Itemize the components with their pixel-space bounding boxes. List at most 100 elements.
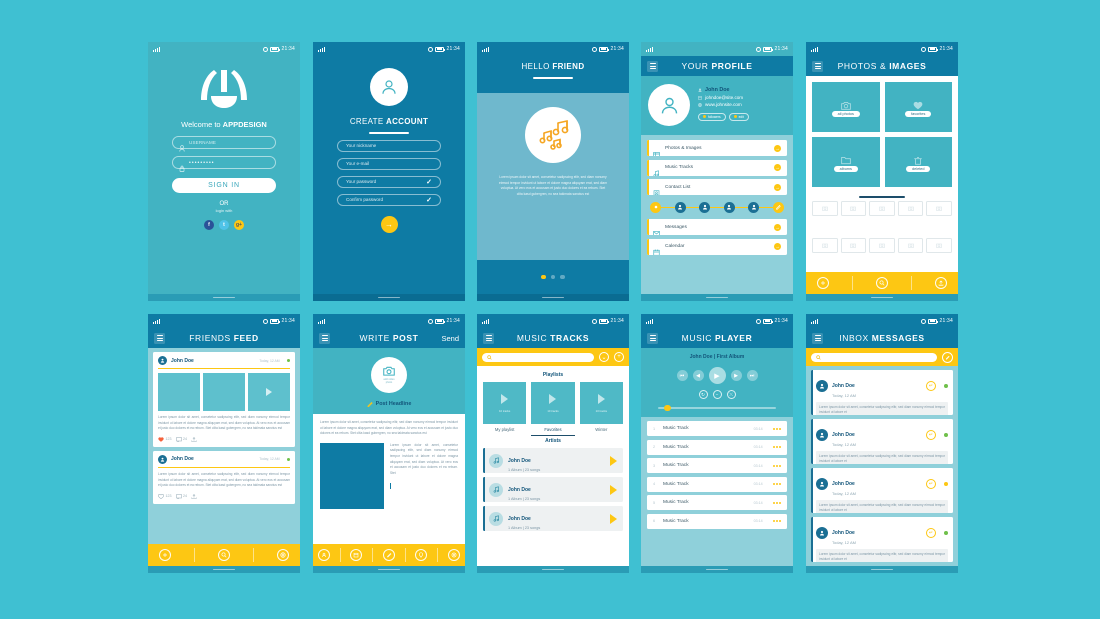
reply-icon[interactable]: ↵ — [926, 479, 936, 489]
message-item[interactable]: John Doe Today, 12 AM ↵ Lorem ipsum dolor… — [811, 468, 953, 513]
more-icon[interactable] — [772, 427, 781, 430]
profile-website[interactable]: www.johnsite.com — [705, 102, 742, 107]
email-input[interactable]: Your e-mail — [337, 157, 441, 170]
search-icon[interactable] — [217, 549, 230, 561]
person-icon[interactable] — [317, 549, 330, 561]
contact-avatar[interactable] — [723, 201, 735, 213]
playlist-card[interactable]: 10 tracks — [579, 382, 623, 424]
page-dot-2[interactable] — [550, 274, 556, 280]
post-video[interactable] — [248, 373, 290, 412]
share-icon[interactable] — [934, 277, 947, 289]
username-input[interactable]: USERNAME — [172, 136, 276, 152]
add-media-button[interactable]: add video photo — [371, 357, 407, 393]
playlist-card[interactable]: 10 tracks — [483, 382, 527, 424]
password-input[interactable]: ••••••••• — [172, 156, 276, 172]
share-action[interactable] — [191, 494, 197, 499]
like-action[interactable]: 123 — [158, 493, 172, 499]
like-action[interactable]: 123 — [158, 437, 172, 442]
edit-tag[interactable]: edit — [728, 112, 749, 121]
avatar[interactable] — [648, 84, 690, 126]
more-icon[interactable] — [772, 483, 781, 485]
add-icon[interactable] — [817, 277, 830, 289]
followers-tag[interactable]: followers — [698, 112, 726, 121]
post-headline[interactable]: Post Headline — [367, 401, 411, 407]
add-icon[interactable] — [159, 549, 172, 561]
thumbnail[interactable] — [869, 200, 895, 216]
location-icon[interactable] — [415, 549, 428, 561]
sign-in-button[interactable]: SIGN IN — [172, 178, 276, 193]
search-icon[interactable] — [875, 277, 888, 289]
contact-avatar[interactable] — [748, 201, 760, 213]
menu-icon[interactable] — [483, 332, 494, 344]
category-albums[interactable]: albums — [812, 137, 880, 187]
menu-item-messages[interactable]: Messages → — [647, 219, 787, 235]
minus-icon[interactable]: − — [712, 390, 722, 399]
playlist-name[interactable]: My playlist — [483, 427, 526, 436]
sort-icon[interactable]: ⌄ — [599, 352, 609, 362]
track-row[interactable]: 6 Music Track 03:14 — [647, 513, 787, 529]
profile-email[interactable]: johndoe@site.com — [705, 95, 743, 100]
thumbnail[interactable] — [926, 237, 952, 253]
artist-row[interactable]: John Doe 1 Album | 23 songs — [483, 448, 623, 473]
add-icon[interactable]: + — [614, 352, 624, 362]
twitter-icon[interactable]: t — [219, 220, 229, 230]
rewind-icon[interactable]: ◀ — [692, 370, 704, 381]
forward-icon[interactable]: ▶ — [730, 370, 742, 381]
skip-end-icon[interactable]: ⏭ — [746, 370, 758, 381]
message-item[interactable]: John Doe Today, 12 AM ↵ Lorem ipsum dolor… — [811, 419, 953, 464]
more-icon[interactable] — [772, 520, 781, 522]
track-row[interactable]: 5 Music Track 03:14 — [647, 495, 787, 510]
progress-slider[interactable] — [658, 404, 776, 412]
reply-icon[interactable]: ↵ — [926, 381, 936, 391]
contact-avatar[interactable] — [674, 201, 686, 213]
more-icon[interactable] — [772, 464, 781, 467]
message-item[interactable]: John Doe Today, 12 AM ↵ Lorem ipsum dolor… — [811, 517, 953, 562]
play-icon[interactable]: ▶ — [708, 367, 726, 384]
password-input[interactable]: Your password ✓ — [337, 175, 441, 188]
artist-row[interactable]: John Doe 1 Album | 23 songs — [483, 477, 623, 502]
more-icon[interactable] — [772, 501, 781, 504]
more-icon[interactable] — [772, 446, 781, 448]
compose-icon[interactable] — [942, 351, 953, 363]
inline-image[interactable] — [320, 442, 384, 509]
playlist-name-active[interactable]: Favorites — [531, 427, 575, 436]
play-icon[interactable] — [610, 513, 617, 524]
menu-icon[interactable] — [812, 60, 823, 72]
share-action[interactable] — [191, 437, 197, 442]
menu-icon[interactable] — [154, 332, 165, 344]
comment-action[interactable]: 24 — [175, 494, 187, 499]
search-input[interactable] — [482, 352, 594, 362]
category-all-photos[interactable]: all photos — [812, 82, 880, 132]
thumbnail[interactable] — [897, 237, 924, 253]
menu-icon[interactable] — [647, 60, 658, 72]
thumbnail[interactable] — [897, 200, 924, 216]
menu-item-music[interactable]: Music Tracks → — [647, 159, 787, 176]
post-image[interactable] — [158, 373, 200, 412]
reply-icon[interactable]: ↵ — [926, 528, 936, 538]
search-input[interactable] — [811, 352, 937, 362]
submit-button[interactable]: → — [380, 215, 398, 233]
settings-icon[interactable] — [276, 549, 289, 561]
track-row[interactable]: 1 Music Track 03:14 — [647, 421, 787, 436]
menu-icon[interactable] — [812, 332, 823, 344]
artist-row[interactable]: John Doe 1 Album | 23 songs — [483, 506, 623, 531]
playlist-name[interactable]: Winter — [580, 427, 623, 436]
comment-action[interactable]: 24 — [175, 437, 187, 442]
track-row[interactable]: 4 Music Track 03:14 — [647, 476, 787, 492]
play-icon[interactable] — [610, 484, 617, 495]
thumbnail[interactable] — [812, 237, 838, 253]
track-row[interactable]: 2 Music Track 03:14 — [647, 439, 787, 455]
menu-icon[interactable] — [647, 332, 658, 344]
thumbnail[interactable] — [926, 200, 952, 216]
post-editor[interactable]: Lorem ipsum dolor sit amet, consetetur s… — [313, 414, 465, 544]
contact-avatar[interactable] — [699, 201, 711, 213]
page-dot-1[interactable] — [541, 274, 546, 280]
play-icon[interactable] — [610, 455, 617, 466]
thumbnail[interactable] — [812, 200, 838, 216]
contact-add-icon[interactable] — [650, 201, 661, 213]
send-button[interactable]: Send — [441, 334, 459, 343]
settings-icon[interactable] — [447, 549, 460, 561]
edit-icon[interactable] — [772, 201, 784, 213]
thumbnail[interactable] — [840, 200, 867, 216]
menu-item-photos[interactable]: Photos & Images → — [647, 140, 787, 156]
